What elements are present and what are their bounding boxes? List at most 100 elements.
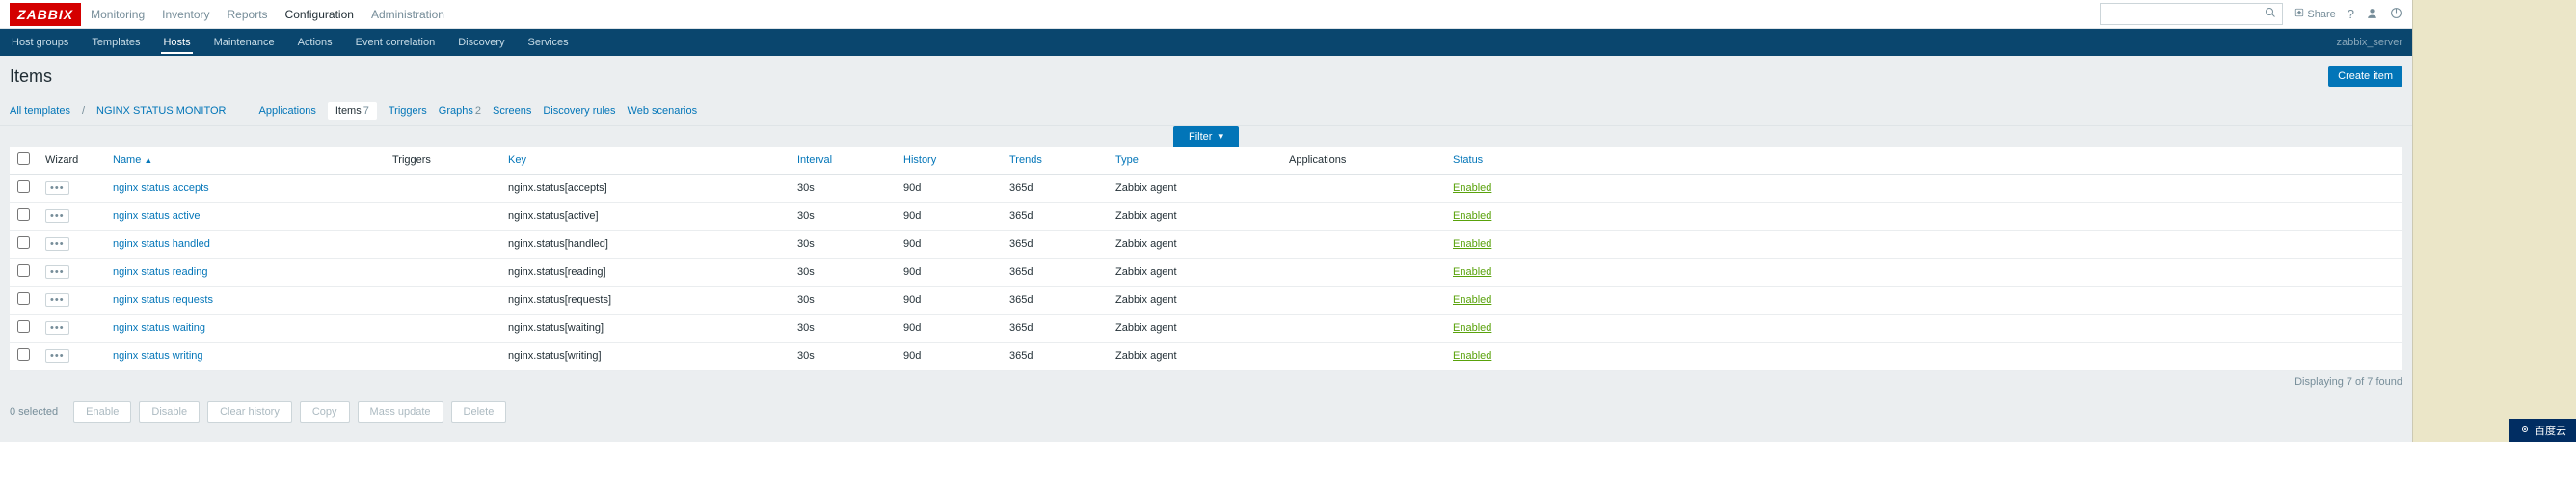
item-type: Zabbix agent [1108,175,1281,203]
bulk-enable-button[interactable]: Enable [73,401,131,423]
item-history: 90d [896,231,1002,259]
wizard-button[interactable]: ••• [45,349,69,363]
row-checkbox[interactable] [17,320,30,333]
item-name-link[interactable]: nginx status requests [113,294,213,306]
item-trends: 365d [1002,175,1108,203]
item-name-link[interactable]: nginx status accepts [113,182,209,194]
wizard-button[interactable]: ••• [45,181,69,195]
item-status-link[interactable]: Enabled [1453,238,1491,250]
user-icon[interactable] [2366,7,2378,22]
breadcrumb-tabs: All templates / NGINX STATUS MONITOR App… [0,96,2412,126]
col-history[interactable]: History [896,147,1002,175]
bulk-copy-button[interactable]: Copy [300,401,350,423]
subnav-services[interactable]: Services [526,31,571,54]
tab-web-scenarios[interactable]: Web scenarios [628,105,698,117]
filter-toggle[interactable]: Filter ▾ [1173,126,1239,147]
row-checkbox[interactable] [17,208,30,221]
row-checkbox[interactable] [17,236,30,249]
col-trends[interactable]: Trends [1002,147,1108,175]
subnav-actions[interactable]: Actions [296,31,335,54]
item-status-link[interactable]: Enabled [1453,322,1491,334]
bulk-massupdate-button[interactable]: Mass update [358,401,443,423]
server-name: zabbix_server [2337,37,2402,48]
item-name-link[interactable]: nginx status handled [113,238,210,250]
wizard-button[interactable]: ••• [45,293,69,307]
item-interval: 30s [790,231,896,259]
subnav-eventcorrelation[interactable]: Event correlation [354,31,438,54]
item-interval: 30s [790,259,896,287]
item-key: nginx.status[writing] [500,343,790,371]
item-type: Zabbix agent [1108,315,1281,343]
item-type: Zabbix agent [1108,343,1281,371]
table-row: ••• nginx status accepts nginx.status[acce… [10,175,2402,203]
search-input[interactable] [2100,3,2283,25]
item-history: 90d [896,259,1002,287]
item-type: Zabbix agent [1108,203,1281,231]
row-checkbox[interactable] [17,180,30,193]
item-name-link[interactable]: nginx status waiting [113,322,205,334]
col-applications: Applications [1281,147,1445,175]
page-header: Items Create item [0,56,2412,96]
col-name[interactable]: Name ▲ [105,147,385,175]
item-interval: 30s [790,315,896,343]
col-status[interactable]: Status [1445,147,2402,175]
create-item-button[interactable]: Create item [2328,66,2402,87]
wizard-button[interactable]: ••• [45,265,69,279]
tab-screens[interactable]: Screens [493,105,531,117]
item-status-link[interactable]: Enabled [1453,294,1491,306]
item-name-link[interactable]: nginx status reading [113,266,207,278]
subnav-templates[interactable]: Templates [90,31,142,54]
subnav-discovery[interactable]: Discovery [456,31,506,54]
bulk-clearhistory-button[interactable]: Clear history [207,401,292,423]
item-trends: 365d [1002,231,1108,259]
item-name-link[interactable]: nginx status active [113,210,201,222]
topnav-reports[interactable]: Reports [228,8,268,21]
row-checkbox[interactable] [17,292,30,305]
topnav-monitoring[interactable]: Monitoring [91,8,145,21]
select-all-checkbox[interactable] [17,152,30,165]
row-checkbox[interactable] [17,348,30,361]
table-row: •••nginx status readingnginx.status[read… [10,259,2402,287]
item-status-link[interactable]: Enabled [1453,182,1491,194]
topnav-administration[interactable]: Administration [371,8,444,21]
tab-graphs[interactable]: Graphs2 [439,105,481,117]
subnav-hosts[interactable]: Hosts [161,31,192,54]
col-interval[interactable]: Interval [790,147,896,175]
item-status-link[interactable]: Enabled [1453,210,1491,222]
item-key: nginx.status[waiting] [500,315,790,343]
help-icon[interactable]: ? [2348,7,2354,21]
item-key: nginx.status[active] [500,203,790,231]
filter-bar: Filter ▾ [0,126,2412,147]
cloud-badge[interactable]: 百度云 [2509,419,2576,442]
col-type[interactable]: Type [1108,147,1281,175]
item-name-link[interactable]: nginx status writing [113,350,203,362]
breadcrumb-template[interactable]: NGINX STATUS MONITOR [96,105,226,117]
item-key: nginx.status[accepts] [500,175,790,203]
bulk-disable-button[interactable]: Disable [139,401,200,423]
topnav-inventory[interactable]: Inventory [162,8,209,21]
logo[interactable]: ZABBIX [10,3,81,26]
row-checkbox[interactable] [17,264,30,277]
wizard-button[interactable]: ••• [45,237,69,251]
top-nav: ZABBIX Monitoring Inventory Reports Conf… [0,0,2412,29]
breadcrumb-all-templates[interactable]: All templates [10,105,70,117]
tab-discovery-rules[interactable]: Discovery rules [543,105,615,117]
wizard-button[interactable]: ••• [45,209,69,223]
col-wizard: Wizard [38,147,105,175]
subnav-maintenance[interactable]: Maintenance [212,31,277,54]
topnav-configuration[interactable]: Configuration [285,8,354,21]
tab-triggers[interactable]: Triggers [389,105,427,117]
wizard-button[interactable]: ••• [45,321,69,335]
tab-applications[interactable]: Applications [259,105,316,117]
item-history: 90d [896,287,1002,315]
tab-items[interactable]: Items7 [328,102,377,120]
bulk-delete-button[interactable]: Delete [451,401,507,423]
item-status-link[interactable]: Enabled [1453,350,1491,362]
share-button[interactable]: Share [2294,8,2335,20]
logout-icon[interactable] [2390,7,2402,22]
col-key[interactable]: Key [500,147,790,175]
breadcrumb-sep: / [82,105,85,117]
item-status-link[interactable]: Enabled [1453,266,1491,278]
item-history: 90d [896,343,1002,371]
subnav-hostgroups[interactable]: Host groups [10,31,70,54]
